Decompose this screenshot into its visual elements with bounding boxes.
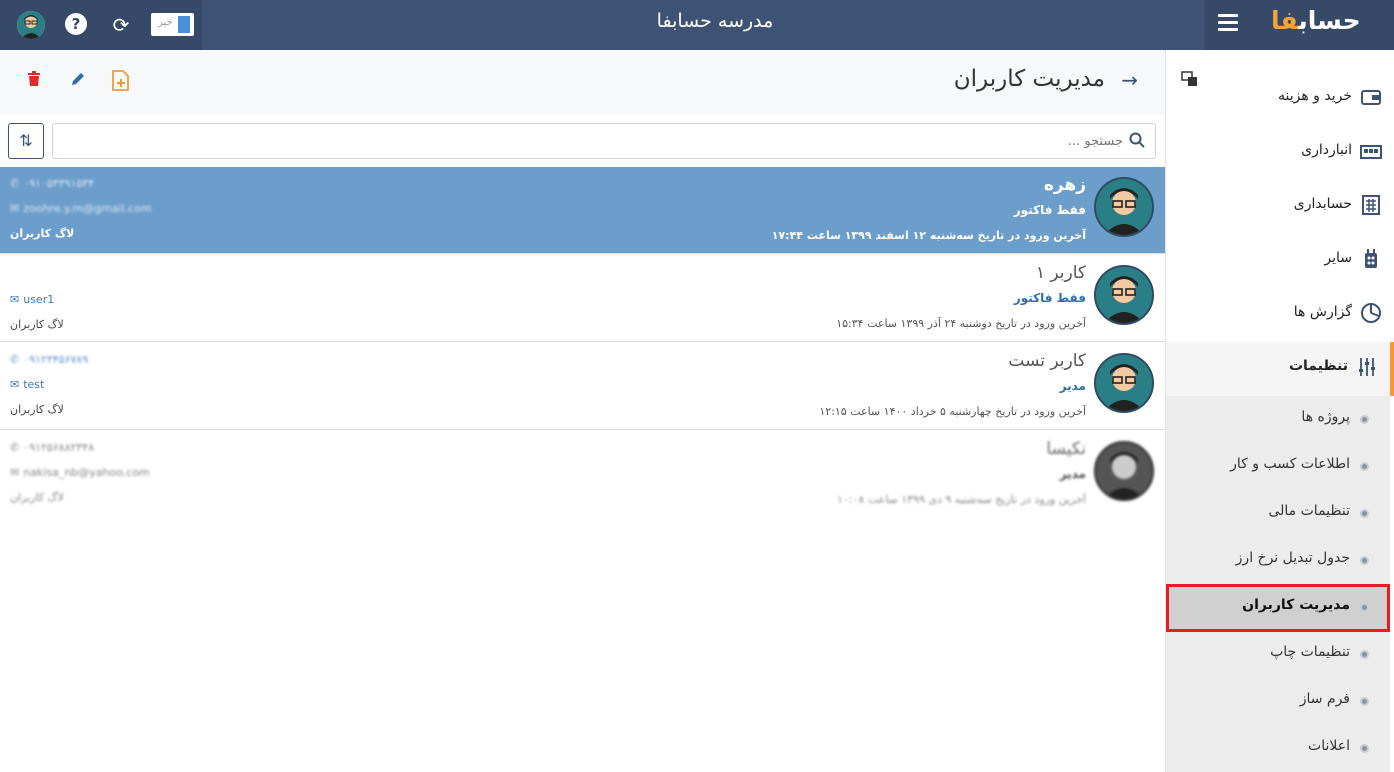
submenu-item-business-info[interactable]: اطلاعات کسب و کار	[1166, 443, 1390, 490]
user-name: نکیسا	[1046, 439, 1086, 459]
flag-icon	[178, 16, 190, 33]
avatar	[1094, 265, 1154, 325]
user-log-link[interactable]: لاگ کاربران	[10, 403, 64, 416]
user-role: مدیر	[1059, 379, 1086, 393]
last-login: آخرین ورود در تاریخ دوشنبه ۲۴ آذر ۱۳۹۹ س…	[836, 317, 1086, 330]
user-name: کاربر ۱	[1035, 263, 1086, 283]
page-title: مدیریت کاربران	[953, 66, 1105, 92]
back-arrow-icon[interactable]: →	[1121, 68, 1138, 92]
user-role: فقط فاکتور	[1013, 203, 1086, 217]
user-log-link[interactable]: لاگ کاربران	[10, 227, 74, 240]
sidebar-item-label: سایر	[1324, 250, 1352, 266]
sidebar-item-label: حسابداری	[1293, 196, 1352, 212]
user-row-test[interactable]: کاربر تست مدیر آخرین ورود در تاریخ چهارش…	[0, 343, 1165, 430]
search-icon[interactable]	[1129, 132, 1145, 148]
mail-icon: ✉	[10, 466, 20, 479]
user-phone: ✆ ۰۹۱۲۳۴۵۶۷۸۹	[10, 353, 89, 366]
submenu-item-currency-table[interactable]: جدول تبدیل نرخ ارز	[1166, 537, 1390, 584]
refresh-icon[interactable]: ⟳	[108, 12, 134, 38]
sidebar-item-reports[interactable]: گزارش ها	[1166, 288, 1394, 342]
wallet-icon	[1360, 86, 1382, 108]
sliders-icon	[1356, 356, 1378, 378]
sidebar-item-label: گزارش ها	[1293, 304, 1352, 320]
submenu-item-form-builder[interactable]: فرم ساز	[1166, 678, 1390, 725]
bullet-icon	[1360, 415, 1369, 424]
mail-icon: ✉	[10, 202, 20, 215]
chart-pie-icon	[1360, 302, 1382, 324]
last-login: آخرین ورود در تاریخ سه‌شنبه ۱۲ اسفند ۱۳۹…	[771, 229, 1086, 242]
user-email: ✉ test	[10, 378, 45, 391]
bullet-icon	[1360, 744, 1369, 753]
submenu-item-print-settings[interactable]: تنظیمات چاپ	[1166, 631, 1390, 678]
user-name: کاربر تست	[1008, 351, 1086, 371]
sidebar-item-accounting[interactable]: حسابداری	[1166, 180, 1394, 234]
submenu-item-financial-settings[interactable]: تنظیمات مالی	[1166, 490, 1390, 537]
user-phone: ✆ ۰۹۱۲۵۶۸۸۲۳۴۸	[10, 441, 95, 454]
bullet-icon	[1360, 650, 1369, 659]
top-bar-brand: حسابفا	[1205, 0, 1394, 50]
hamburger-menu-icon[interactable]	[1218, 14, 1238, 32]
phone-icon: ✆	[10, 177, 20, 190]
app-logo: حسابفا	[1271, 6, 1361, 35]
page-header: → مدیریت کاربران	[0, 50, 1165, 114]
user-email: ✉ zoohre.y.m@gmail.com	[10, 202, 152, 215]
warehouse-icon	[1360, 140, 1382, 162]
calculator-icon	[1360, 194, 1382, 216]
user-row-zohreh[interactable]: زهره فقط فاکتور آخرین ورود در تاریخ سه‌ش…	[0, 167, 1165, 254]
delete-trash-icon[interactable]	[23, 70, 45, 94]
submenu-item-user-management[interactable]: مدیریت کاربران	[1166, 584, 1390, 632]
sidebar: خرید و هزینه انبارداری حسابداری سایر گزا…	[1165, 50, 1394, 772]
mail-icon: ✉	[10, 293, 20, 306]
sidebar-item-label: تنظیمات	[1288, 358, 1348, 374]
help-icon[interactable]: ?	[65, 13, 87, 35]
user-row-nakisa[interactable]: نکیسا مدیر آخرین ورود در تاریخ سه‌شنبه ۹…	[0, 431, 1165, 518]
other-icon	[1360, 248, 1382, 270]
avatar	[1094, 353, 1154, 413]
edit-pencil-icon[interactable]	[67, 70, 89, 94]
search-box	[52, 123, 1156, 159]
avatar	[1094, 441, 1154, 501]
mail-icon: ✉	[10, 378, 20, 391]
sidebar-item-warehouse[interactable]: انبارداری	[1166, 126, 1394, 180]
user-role: مدیر	[1059, 467, 1086, 481]
last-login: آخرین ورود در تاریخ چهارشنبه ۵ خرداد ۱۴۰…	[819, 405, 1086, 418]
user-phone: ✆ ۰۹۱۰۵۳۳۹۱۵۳۴	[10, 177, 95, 190]
top-bar-tools: ? ⟳ خیر	[0, 0, 202, 50]
bullet-icon	[1360, 509, 1369, 518]
top-bar: ? ⟳ خیر مدرسه حسابفا حسابفا	[0, 0, 1394, 50]
sidebar-item-purchases[interactable]: خرید و هزینه	[1166, 72, 1394, 126]
user-row-user1[interactable]: کاربر ۱ فقط فاکتور آخرین ورود در تاریخ د…	[0, 255, 1165, 342]
app-title: مدرسه حسابفا	[656, 10, 774, 32]
user-log-link[interactable]: لاگ کاربران	[10, 491, 64, 504]
user-role: فقط فاکتور	[1013, 291, 1086, 305]
user-name: زهره	[1043, 175, 1086, 195]
phone-icon: ✆	[10, 353, 20, 366]
sort-button[interactable]: ⇅	[8, 123, 44, 159]
sidebar-item-other[interactable]: سایر	[1166, 234, 1394, 288]
submenu-item-notifications[interactable]: اعلانات	[1166, 725, 1390, 772]
sidebar-item-settings[interactable]: تنظیمات	[1166, 342, 1394, 396]
user-email: ✉ user1	[10, 293, 55, 306]
add-document-icon[interactable]	[110, 70, 132, 94]
avatar	[1094, 177, 1154, 237]
sidebar-item-label: خرید و هزینه	[1277, 88, 1352, 104]
user-log-link[interactable]: لاگ کاربران	[10, 318, 64, 331]
bullet-icon	[1360, 603, 1369, 612]
settings-submenu: پروژه ها اطلاعات کسب و کار تنظیمات مالی …	[1166, 396, 1390, 772]
last-login: آخرین ورود در تاریخ سه‌شنبه ۹ دی ۱۳۹۹ سا…	[836, 493, 1086, 506]
user-avatar-icon[interactable]	[17, 11, 45, 39]
bullet-icon	[1360, 697, 1369, 706]
phone-icon: ✆	[10, 441, 20, 454]
bullet-icon	[1360, 556, 1369, 565]
submenu-item-projects[interactable]: پروژه ها	[1166, 396, 1390, 443]
language-toggle[interactable]: خیر	[151, 13, 194, 36]
search-input[interactable]	[63, 130, 1123, 152]
sidebar-item-label: انبارداری	[1301, 142, 1352, 158]
language-label: خیر	[158, 17, 173, 28]
user-email: ✉ nakisa_nb@yahoo.com	[10, 466, 150, 479]
bullet-icon	[1360, 462, 1369, 471]
